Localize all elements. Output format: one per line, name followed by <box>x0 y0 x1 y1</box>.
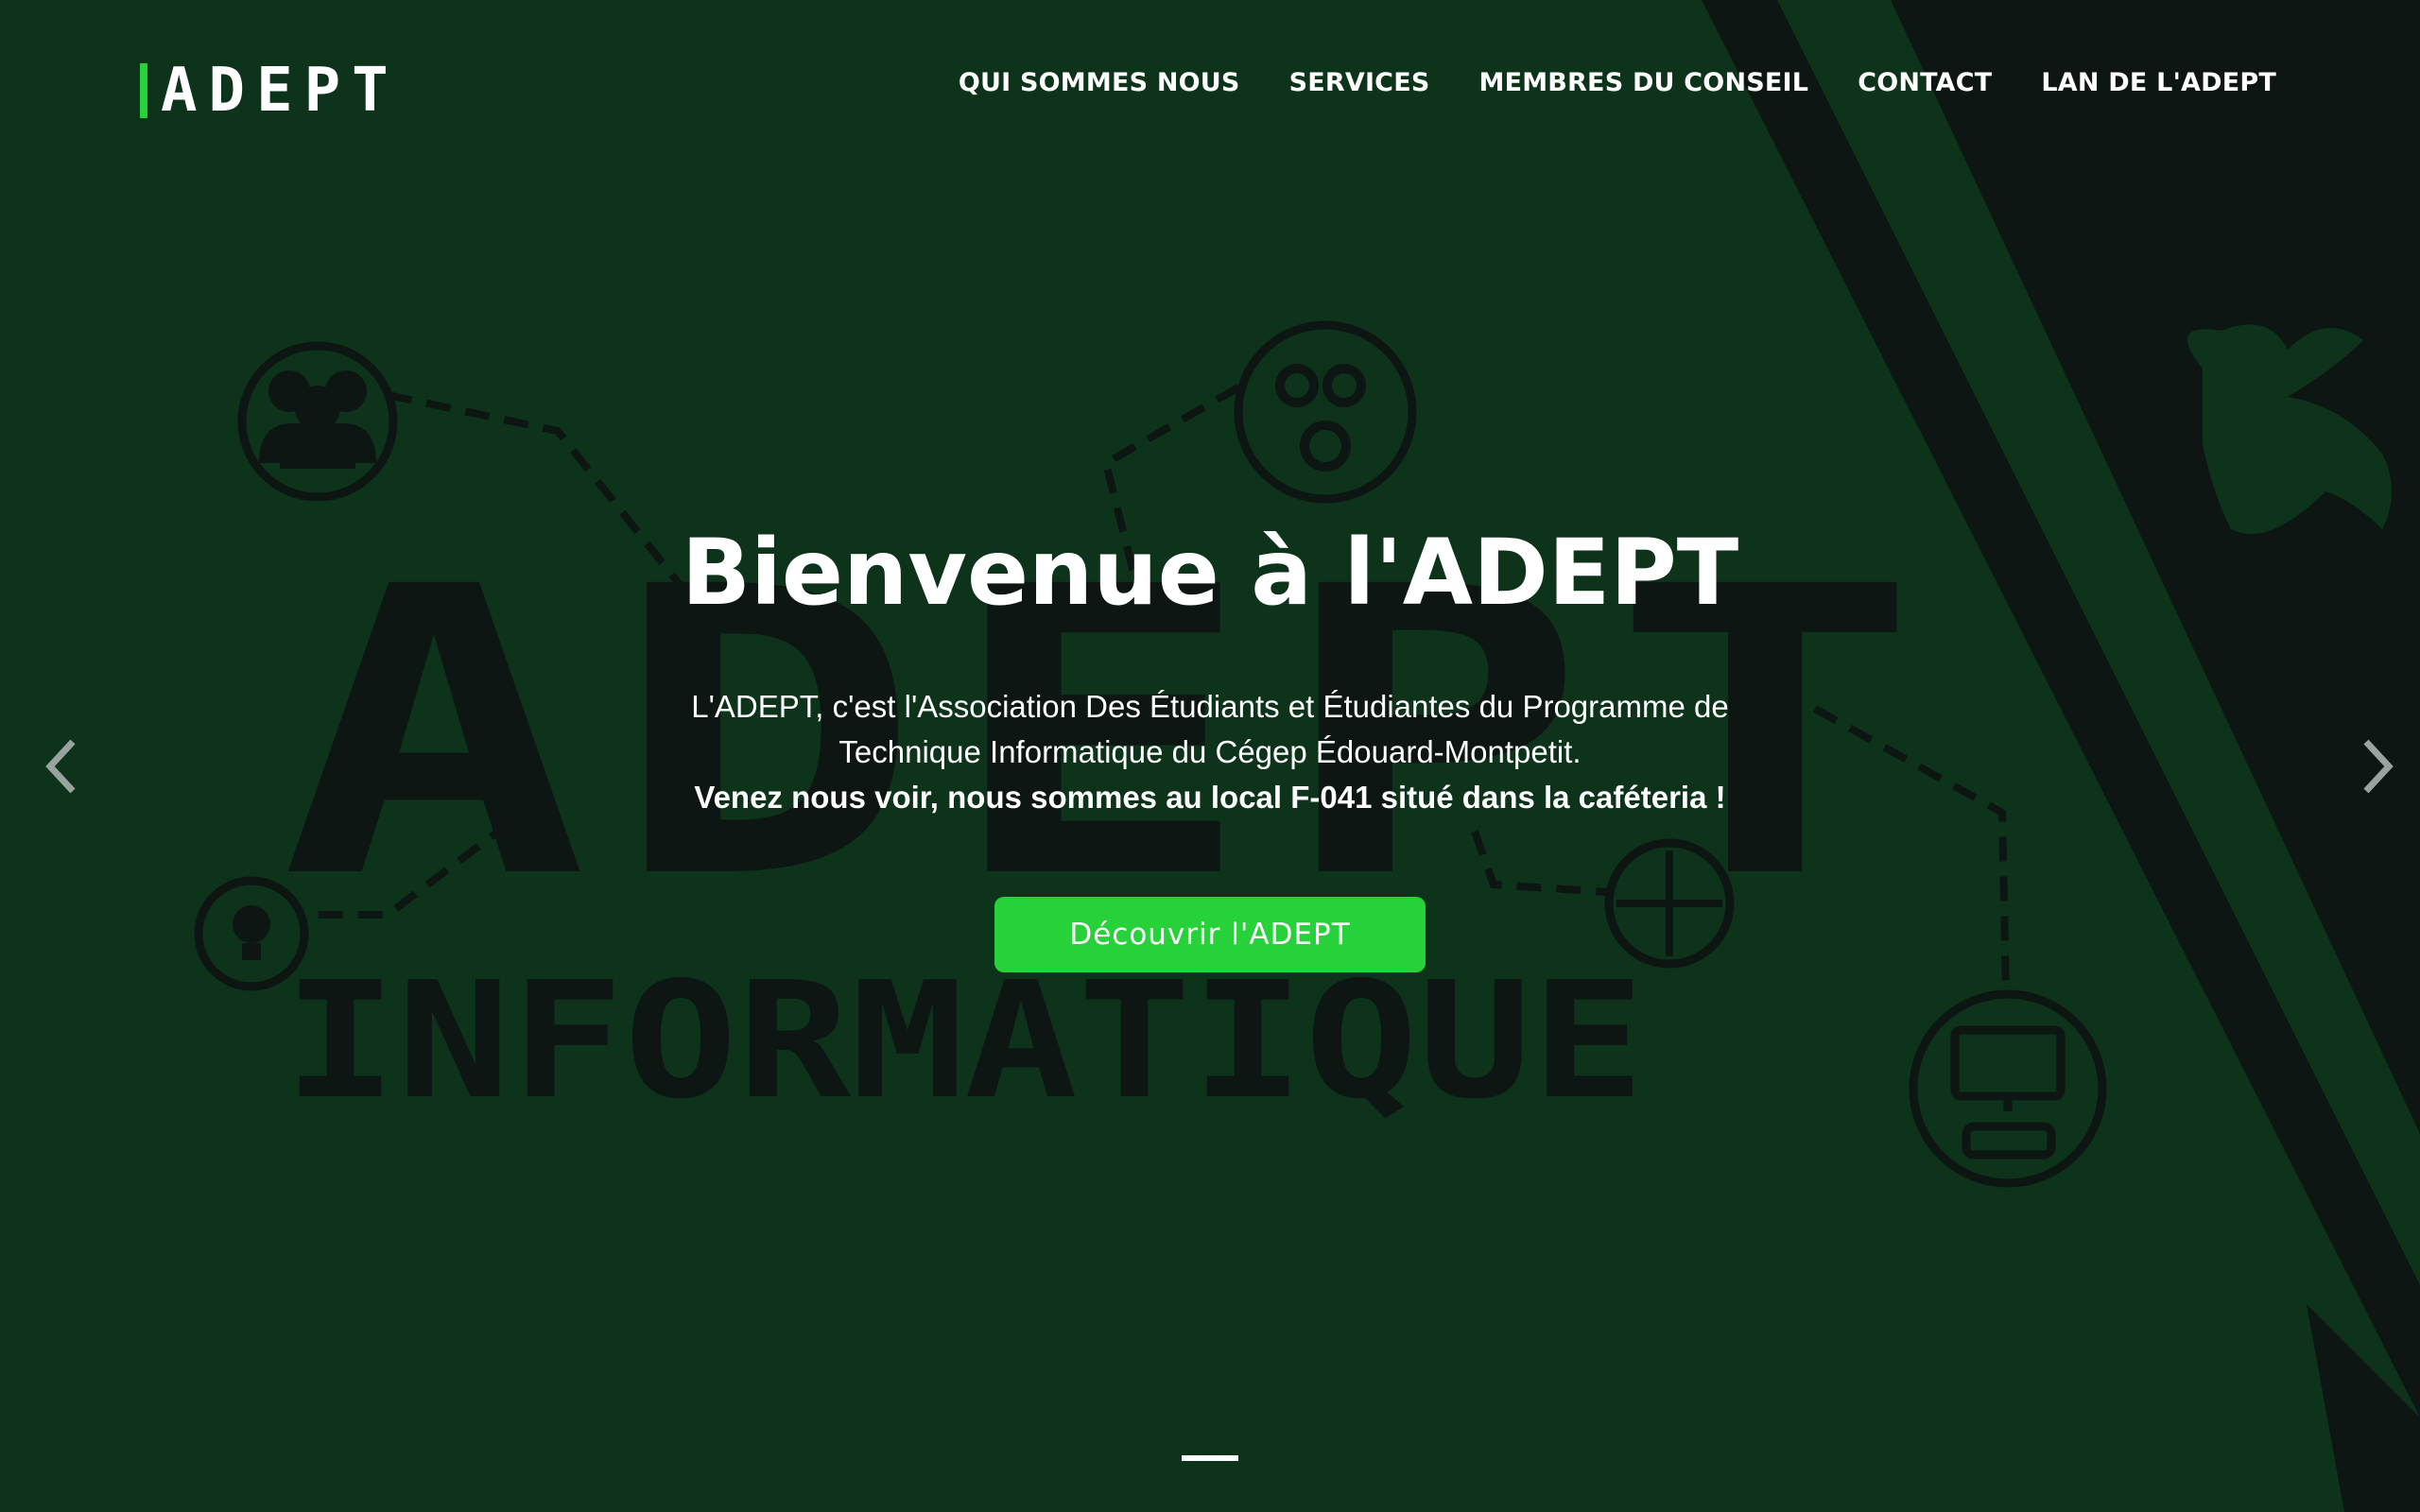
nav-link-qui-sommes-nous[interactable]: QUI SOMMES NOUS <box>959 68 1240 97</box>
carousel-indicator-active[interactable] <box>1182 1455 1238 1461</box>
page: ADEPT INFORMATIQUE ADEPT QUI SOMMES NOUS… <box>0 0 2420 1512</box>
nav-link-membres-du-conseil[interactable]: MEMBRES DU CONSEIL <box>1479 68 1809 97</box>
main-nav: QUI SOMMES NOUS SERVICES MEMBRES DU CONS… <box>959 64 2276 100</box>
hero-description: L'ADEPT, c'est l'Association Des Étudian… <box>643 684 1777 820</box>
bg-word-informatique: INFORMATIQUE <box>284 948 1645 1135</box>
nav-link-contact[interactable]: CONTACT <box>1858 68 1992 97</box>
carousel-next-button[interactable] <box>2344 733 2411 799</box>
chevron-left-icon <box>45 739 76 794</box>
hero-title: Bienvenue à l'ADEPT <box>681 520 1739 626</box>
hero-description-text: L'ADEPT, c'est l'Association Des Étudian… <box>691 689 1729 769</box>
gears-icon <box>1234 320 1417 504</box>
logo-text: ADEPT <box>161 56 400 126</box>
logo-accent-bar <box>140 63 147 118</box>
chevron-right-icon <box>2363 739 2394 794</box>
carousel-prev-button[interactable] <box>28 733 95 799</box>
discover-button[interactable]: Découvrir l'ADEPT <box>994 897 1426 972</box>
nav-link-lan[interactable]: LAN DE L'ADEPT <box>2041 68 2276 97</box>
nav-link-services[interactable]: SERVICES <box>1289 68 1430 97</box>
hero-description-bold: Venez nous voir, nous sommes au local F-… <box>694 780 1726 815</box>
site-logo[interactable]: ADEPT <box>140 56 400 126</box>
